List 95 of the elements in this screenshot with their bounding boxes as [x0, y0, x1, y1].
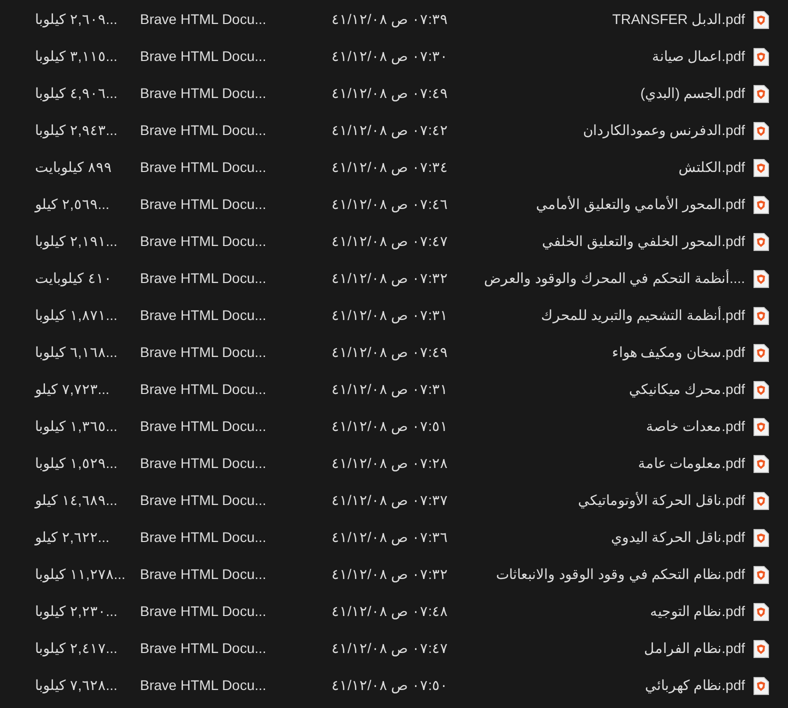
- file-size: ...١,٣٦٥ كيلوبا: [35, 417, 118, 436]
- file-size: ٤١٠ كيلوبايت: [35, 269, 113, 288]
- document-icon: [753, 196, 769, 214]
- file-type: Brave HTML Docu...: [140, 380, 268, 399]
- document-icon: [753, 454, 769, 472]
- file-size: ...١,٥٢٩ كيلوبا: [35, 454, 118, 474]
- file-type: Brave HTML Docu...: [140, 639, 268, 658]
- file-size: ...٦,١٦٨ كيلوبا: [35, 343, 118, 362]
- document-icon: [753, 158, 769, 176]
- file-size: ...٤,٩٠٦ كيلوبا: [35, 84, 118, 104]
- file-size: ...١١,٢٧٨ كيلوبا: [35, 565, 126, 584]
- file-name[interactable]: أنظمة التحكم في المحرك والوقود والعرض....: [484, 268, 745, 289]
- file-name[interactable]: الجسم (البدي).pdf: [640, 83, 745, 104]
- document-icon: [753, 380, 769, 398]
- file-name[interactable]: نظام كهربائي.pdf: [644, 675, 745, 696]
- file-type: Brave HTML Docu...: [140, 417, 268, 436]
- file-size: ...٢,٤١٧ كيلوبا: [35, 639, 118, 658]
- file-size: ...٢,٦٠٩ كيلوبا: [35, 10, 118, 30]
- file-type: Brave HTML Docu...: [140, 491, 268, 510]
- file-type: Brave HTML Docu...: [140, 158, 268, 177]
- file-type: Brave HTML Docu...: [140, 269, 268, 288]
- date-modified: ٤١/١٢/٠٨ ص ٠٧:٤٨: [332, 602, 448, 622]
- file-name[interactable]: اعمال صيانة.pdf: [652, 46, 745, 67]
- date-modified: ٤١/١٢/٠٨ ص ٠٧:٥١: [332, 417, 448, 436]
- file-name[interactable]: معلومات عامة.pdf: [638, 453, 745, 474]
- file-name[interactable]: نظام التحكم في وقود الوقود والانبعاثات.pdf: [496, 564, 745, 585]
- date-modified: ٤١/١٢/٠٨ ص ٠٧:٣٢: [332, 565, 448, 584]
- file-name[interactable]: محرك ميكانيكي.pdf: [628, 379, 745, 400]
- date-modified: ٤١/١٢/٠٨ ص ٠٧:٢٨: [332, 454, 448, 474]
- date-modified: ٤١/١٢/٠٨ ص ٠٧:٥٠: [332, 676, 448, 696]
- file-size: ...٢,١٩١ كيلوبا: [35, 232, 118, 252]
- file-name[interactable]: نظام التوجيه.pdf: [650, 601, 745, 622]
- file-type: Brave HTML Docu...: [140, 47, 268, 66]
- document-icon: [753, 122, 769, 140]
- document-icon: [753, 270, 769, 288]
- file-size: ...٧,٦٢٨ كيلوبا: [35, 676, 118, 696]
- date-modified: ٤١/١٢/٠٨ ص ٠٧:٣١: [332, 380, 448, 400]
- file-name[interactable]: ناقل الحركة اليدوي.pdf: [610, 527, 745, 548]
- file-name[interactable]: ناقل الحركة الأوتوماتيكي.pdf: [578, 490, 745, 511]
- file-size: ...٢,٥٦٩ كيلو: [35, 195, 110, 214]
- file-type: Brave HTML Docu...: [140, 343, 268, 362]
- date-modified: ٤١/١٢/٠٨ ص ٠٧:٤٦: [332, 195, 448, 214]
- document-icon: [753, 344, 769, 362]
- date-modified: ٤١/١٢/٠٨ ص ٠٧:٣٠: [332, 47, 448, 66]
- date-modified: ٤١/١٢/٠٨ ص ٠٧:٤٩: [332, 84, 448, 104]
- document-icon: [753, 602, 769, 620]
- document-icon: [753, 84, 769, 102]
- file-size: ...٢,٢٣٠ كيلوبا: [35, 602, 118, 622]
- document-icon: [753, 640, 769, 658]
- document-icon: [753, 306, 769, 324]
- date-modified: ٤١/١٢/٠٨ ص ٠٧:٣٢: [332, 269, 448, 288]
- date-modified: ٤١/١٢/٠٨ ص ٠٧:٣١: [332, 306, 448, 326]
- date-modified: ٤١/١٢/٠٨ ص ٠٧:٤٩: [332, 343, 448, 362]
- date-modified: ٤١/١٢/٠٨ ص ٠٧:٣٩: [332, 10, 448, 30]
- file-name[interactable]: المحور الأمامي والتعليق الأمامي.pdf: [536, 194, 745, 215]
- file-name[interactable]: الدفرنس وعمودالكاردان.pdf: [582, 120, 745, 141]
- file-type: Brave HTML Docu...: [140, 195, 268, 214]
- file-type: Brave HTML Docu...: [140, 232, 268, 251]
- file-name[interactable]: المحور الخلفي والتعليق الخلفي.pdf: [542, 231, 745, 252]
- date-modified: ٤١/١٢/٠٨ ص ٠٧:٣٤: [332, 158, 448, 178]
- document-icon: [753, 676, 769, 694]
- file-size: ...١,٨٧١ كيلوبا: [35, 306, 118, 326]
- file-name[interactable]: TRANSFER الدبل.pdf: [612, 9, 745, 30]
- file-size: ٨٩٩ كيلوبايت: [35, 158, 113, 178]
- file-size: ...١٤,٦٨٩ كيلو: [35, 491, 118, 510]
- file-type: Brave HTML Docu...: [140, 121, 268, 140]
- document-icon: [753, 492, 769, 510]
- file-type: Brave HTML Docu...: [140, 602, 268, 621]
- document-icon: [753, 418, 769, 436]
- file-type: Brave HTML Docu...: [140, 565, 268, 584]
- file-name[interactable]: الكلتش.pdf: [678, 157, 745, 178]
- date-modified: ٤١/١٢/٠٨ ص ٠٧:٤٢: [332, 121, 448, 140]
- file-name[interactable]: نظام الفرامل.pdf: [644, 638, 745, 659]
- file-size: ...٣,١١٥ كيلوبا: [35, 47, 118, 66]
- document-icon: [753, 528, 769, 546]
- file-type: Brave HTML Docu...: [140, 10, 268, 29]
- document-icon: [753, 566, 769, 584]
- file-type: Brave HTML Docu...: [140, 454, 268, 473]
- document-icon: [753, 10, 769, 28]
- date-modified: ٤١/١٢/٠٨ ص ٠٧:٣٦: [332, 528, 448, 548]
- file-type: Brave HTML Docu...: [140, 676, 268, 695]
- file-size: ...٧,٧٢٣ كيلو: [35, 380, 110, 400]
- file-name[interactable]: سخان ومكيف هواء.pdf: [612, 342, 745, 363]
- document-icon: [753, 232, 769, 250]
- file-name[interactable]: معدات خاصة.pdf: [646, 416, 745, 437]
- file-size: ...٢,٩٤٣ كيلوبا: [35, 121, 118, 140]
- file-type: Brave HTML Docu...: [140, 528, 268, 547]
- date-modified: ٤١/١٢/٠٨ ص ٠٧:٣٧: [332, 491, 448, 510]
- date-modified: ٤١/١٢/٠٨ ص ٠٧:٤٧: [332, 232, 448, 252]
- file-type: Brave HTML Docu...: [140, 306, 268, 325]
- file-type: Brave HTML Docu...: [140, 84, 268, 103]
- document-icon: [753, 48, 769, 66]
- file-name[interactable]: أنظمة التشحيم والتبريد للمحرك.pdf: [540, 305, 745, 326]
- file-size: ...٢,٦٢٢ كيلو: [35, 528, 110, 548]
- date-modified: ٤١/١٢/٠٨ ص ٠٧:٤٧: [332, 639, 448, 658]
